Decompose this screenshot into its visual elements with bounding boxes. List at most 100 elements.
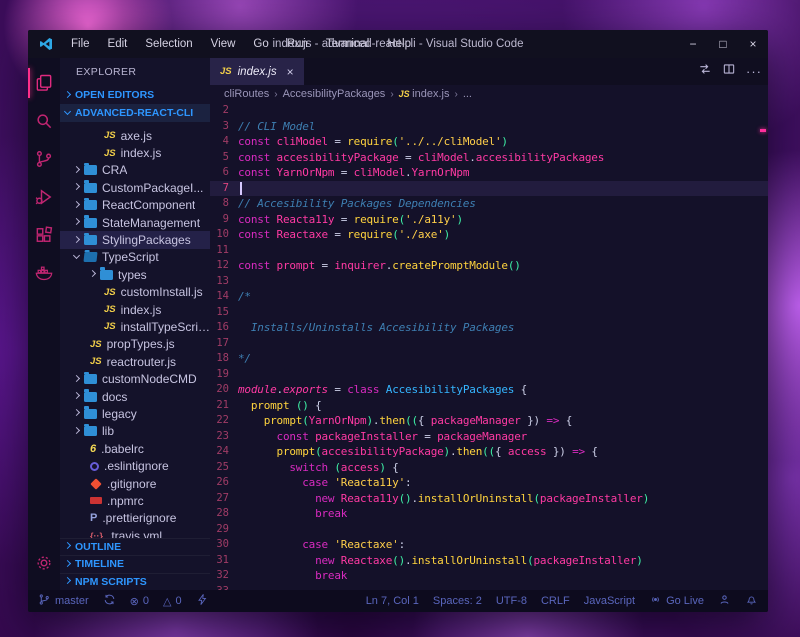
code-line[interactable]: 20module.exports = class AccesibilityPac… xyxy=(210,382,768,398)
tree-item-axe-js[interactable]: JSaxe.js xyxy=(60,127,210,144)
tree-item-types[interactable]: types xyxy=(60,266,210,283)
code-line[interactable]: 2 xyxy=(210,103,768,119)
tree-item-custompackagei-[interactable]: CustomPackageI... xyxy=(60,179,210,196)
code-line[interactable]: 12const prompt = inquirer.createPromptMo… xyxy=(210,258,768,274)
status-sync[interactable] xyxy=(103,593,116,609)
status-warnings[interactable]: △0 xyxy=(163,595,182,608)
status-cursor-position[interactable]: Ln 7, Col 1 xyxy=(366,595,419,607)
tree-item-reactrouter-js[interactable]: JSreactrouter.js xyxy=(60,353,210,370)
tree-item-custominstall-js[interactable]: JScustomInstall.js xyxy=(60,284,210,301)
code-line[interactable]: 24 prompt(accesibilityPackage).then(({ a… xyxy=(210,444,768,460)
split-editor-icon[interactable] xyxy=(722,62,736,81)
tree-item-typescript[interactable]: TypeScript xyxy=(60,249,210,266)
code-line[interactable]: 19 xyxy=(210,367,768,383)
sidebar-section-npm-scripts[interactable]: NPM SCRIPTS xyxy=(60,573,210,591)
tree-item--gitignore[interactable]: .gitignore xyxy=(60,475,210,492)
code-line[interactable]: 29 xyxy=(210,522,768,538)
tree-item-index-js[interactable]: JSindex.js xyxy=(60,301,210,318)
code-line[interactable]: 10const Reactaxe = require('./axe') xyxy=(210,227,768,243)
code-line[interactable]: 11 xyxy=(210,243,768,259)
tree-item-lib[interactable]: lib xyxy=(60,423,210,440)
sidebar-section-outline[interactable]: OUTLINE xyxy=(60,538,210,556)
tree-item-legacy[interactable]: legacy xyxy=(60,405,210,422)
tree-item--travis-yml[interactable]: {··}.travis.yml xyxy=(60,527,210,538)
tree-item-customnodecmd[interactable]: customNodeCMD xyxy=(60,370,210,387)
extensions-icon[interactable] xyxy=(28,216,60,254)
code-line[interactable]: 8// Accesibility Packages Dependencies xyxy=(210,196,768,212)
code-line[interactable]: 9const Reacta11y = require('./a11y') xyxy=(210,212,768,228)
tab-close-icon[interactable]: × xyxy=(287,65,294,79)
search-icon[interactable] xyxy=(28,102,60,140)
settings-gear-icon[interactable] xyxy=(28,544,60,582)
code-line[interactable]: 3// CLI Model xyxy=(210,119,768,135)
status-label: 0 xyxy=(175,595,181,607)
status-errors[interactable]: ⊗0 xyxy=(130,595,149,608)
open-changes-icon[interactable] xyxy=(698,62,712,81)
code-line[interactable]: 6const YarnOrNpm = cliModel.YarnOrNpm xyxy=(210,165,768,181)
status-language-mode[interactable]: JavaScript xyxy=(584,595,635,607)
status-notifications[interactable] xyxy=(745,593,758,609)
code-line[interactable]: 31 new Reactaxe().installOrUninstall(pac… xyxy=(210,553,768,569)
code-line[interactable]: 14/* xyxy=(210,289,768,305)
minimize-button[interactable]: − xyxy=(678,30,708,58)
code-line[interactable]: 25 switch (access) { xyxy=(210,460,768,476)
status-indentation[interactable]: Spaces: 2 xyxy=(433,595,482,607)
code-line[interactable]: 28 break xyxy=(210,506,768,522)
breadcrumb-item[interactable]: AccesibilityPackages xyxy=(283,88,386,100)
tree-item--npmrc[interactable]: .npmrc xyxy=(60,492,210,509)
sidebar-section-open-editors[interactable]: OPEN EDITORS xyxy=(60,86,210,104)
status-lightning[interactable] xyxy=(196,593,209,609)
close-button[interactable]: × xyxy=(738,30,768,58)
maximize-button[interactable]: □ xyxy=(708,30,738,58)
code-line[interactable]: 23 const packageInstaller = packageManag… xyxy=(210,429,768,445)
sidebar-section-timeline[interactable]: TIMELINE xyxy=(60,555,210,573)
tab-index-js[interactable]: JS index.js × xyxy=(210,58,304,85)
tree-item-proptypes-js[interactable]: JSpropTypes.js xyxy=(60,336,210,353)
docker-icon[interactable] xyxy=(28,254,60,292)
breadcrumb-item[interactable]: cliRoutes xyxy=(224,88,269,100)
code-line[interactable]: 26 case 'Reacta11y': xyxy=(210,475,768,491)
status-encoding[interactable]: UTF-8 xyxy=(496,595,527,607)
tree-item-statemanagement[interactable]: StateManagement xyxy=(60,214,210,231)
status-git-branch[interactable]: master xyxy=(38,593,89,609)
code-line[interactable]: 22 prompt(YarnOrNpm).then(({ packageMana… xyxy=(210,413,768,429)
tree-item--eslintignore[interactable]: .eslintignore xyxy=(60,457,210,474)
code-line[interactable]: 13 xyxy=(210,274,768,290)
tree-item-reactcomponent[interactable]: ReactComponent xyxy=(60,197,210,214)
code-line[interactable]: 16 Installs/Uninstalls Accesibility Pack… xyxy=(210,320,768,336)
tree-item-index-js[interactable]: JSindex.js xyxy=(60,144,210,161)
code-line[interactable]: 33 xyxy=(210,584,768,591)
source-control-icon[interactable] xyxy=(28,140,60,178)
sidebar-section-advanced-react-cli[interactable]: ADVANCED-REACT-CLI xyxy=(60,104,210,122)
code-line[interactable]: 30 case 'Reactaxe': xyxy=(210,537,768,553)
chevron-right-icon xyxy=(64,90,71,97)
code-line[interactable]: 18*/ xyxy=(210,351,768,367)
status-go-live[interactable]: Go Live xyxy=(649,593,704,609)
code-line[interactable]: 4const cliModel = require('../../cliMode… xyxy=(210,134,768,150)
menu-edit[interactable]: Edit xyxy=(100,38,136,50)
more-actions-icon[interactable]: ··· xyxy=(746,64,762,79)
menu-file[interactable]: File xyxy=(63,38,98,50)
tree-item-stylingpackages[interactable]: StylingPackages xyxy=(60,231,210,248)
explorer-icon[interactable] xyxy=(28,64,60,102)
tree-item-installtypescrip-[interactable]: JSinstallTypeScrip... xyxy=(60,318,210,335)
code-line[interactable]: 7 xyxy=(210,181,768,197)
code-line[interactable]: 15 xyxy=(210,305,768,321)
menu-view[interactable]: View xyxy=(203,38,244,50)
code-line[interactable]: 21 prompt () { xyxy=(210,398,768,414)
status-feedback[interactable] xyxy=(718,593,731,609)
tree-item--babelrc[interactable]: 6.babelrc xyxy=(60,440,210,457)
code-line[interactable]: 32 break xyxy=(210,568,768,584)
run-debug-icon[interactable] xyxy=(28,178,60,216)
breadcrumb-item[interactable]: ... xyxy=(463,88,472,100)
tree-item-docs[interactable]: docs xyxy=(60,388,210,405)
status-eol[interactable]: CRLF xyxy=(541,595,570,607)
code-line[interactable]: 27 new Reacta11y().installOrUninstall(pa… xyxy=(210,491,768,507)
code-editor[interactable]: 23// CLI Model4const cliModel = require(… xyxy=(210,103,768,590)
breadcrumb-item[interactable]: JS index.js xyxy=(399,88,450,100)
code-line[interactable]: 5const accesibilityPackage = cliModel.ac… xyxy=(210,150,768,166)
code-line[interactable]: 17 xyxy=(210,336,768,352)
menu-selection[interactable]: Selection xyxy=(137,38,200,50)
tree-item-cra[interactable]: CRA xyxy=(60,162,210,179)
tree-item--prettierignore[interactable]: P.prettierignore xyxy=(60,510,210,527)
